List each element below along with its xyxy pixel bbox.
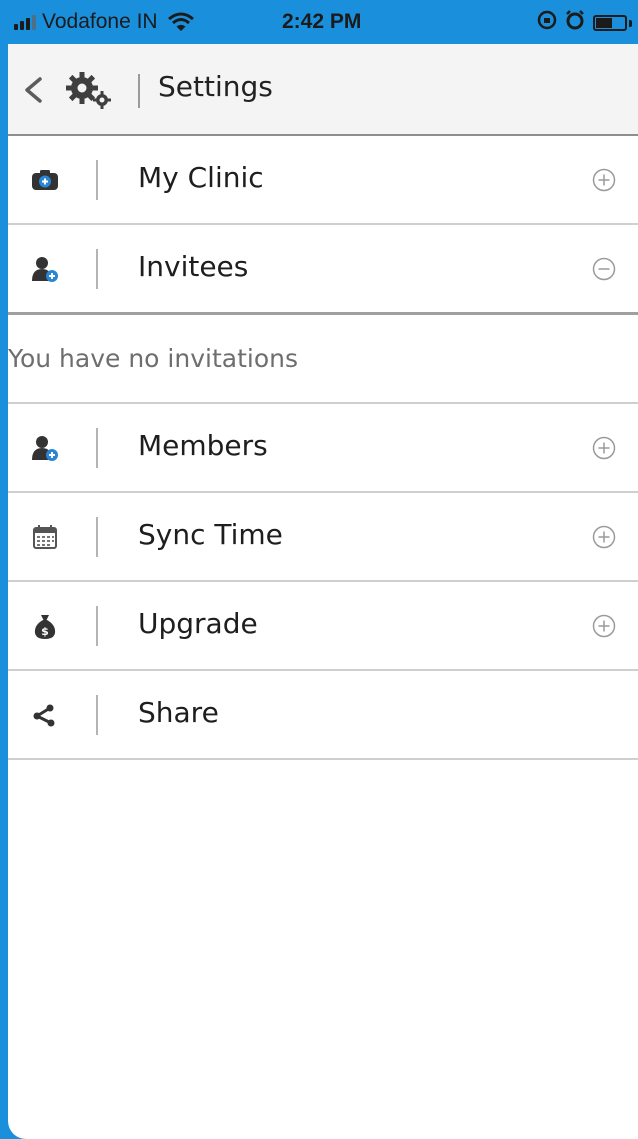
menu-row-sync-time[interactable]: Sync Time — [8, 493, 638, 582]
share-icon — [30, 701, 60, 729]
page-title: Settings — [158, 70, 273, 103]
gears-icon — [64, 70, 116, 114]
row-label-upgrade: Upgrade — [138, 607, 258, 640]
row-divider — [96, 695, 98, 735]
status-time: 2:42 PM — [282, 10, 362, 33]
row-label-sync-time: Sync Time — [138, 518, 283, 551]
expand-plus-icon[interactable] — [592, 525, 616, 549]
add-user-icon — [30, 434, 60, 462]
expand-plus-icon[interactable] — [592, 168, 616, 192]
menu-row-share[interactable]: Share — [8, 671, 638, 760]
row-label-members: Members — [138, 429, 268, 462]
row-divider — [96, 428, 98, 468]
menu-row-members[interactable]: Members — [8, 404, 638, 493]
collapse-minus-icon[interactable] — [592, 257, 616, 281]
clinic-camera-icon — [30, 166, 60, 194]
row-label-share: Share — [138, 696, 219, 729]
row-label-invitees: Invitees — [138, 250, 249, 283]
status-right — [537, 10, 632, 36]
menu-row-upgrade[interactable]: $ Upgrade — [8, 582, 638, 671]
expand-plus-icon[interactable] — [592, 436, 616, 460]
header-divider — [138, 74, 140, 108]
menu-row-invitees[interactable]: Invitees — [8, 225, 638, 315]
wifi-icon — [167, 12, 194, 32]
app-frame: Vodafone IN 2:42 PM Settings My Clinic I… — [0, 0, 638, 1139]
svg-text:$: $ — [41, 625, 49, 638]
row-divider — [96, 160, 98, 200]
status-left: Vodafone IN — [14, 10, 194, 34]
header-bar: Settings — [8, 44, 638, 136]
row-divider — [96, 606, 98, 646]
alarm-icon — [565, 10, 585, 36]
row-divider — [96, 517, 98, 557]
menu-row-my-clinic[interactable]: My Clinic — [8, 136, 638, 225]
status-bar: Vodafone IN 2:42 PM — [0, 0, 638, 44]
battery-icon — [593, 15, 627, 31]
money-bag-icon: $ — [30, 612, 60, 640]
signal-icon — [14, 14, 36, 30]
calendar-icon — [30, 523, 60, 551]
chevron-left-icon — [25, 77, 42, 103]
screen: Settings My Clinic Invitees You have no … — [8, 44, 638, 1139]
orientation-lock-icon — [537, 10, 557, 36]
row-divider — [96, 249, 98, 289]
add-user-icon — [30, 255, 60, 283]
row-label-my-clinic: My Clinic — [138, 161, 264, 194]
battery-tip — [629, 19, 632, 27]
carrier-name: Vodafone IN — [42, 10, 158, 33]
back-button[interactable] — [22, 76, 46, 104]
invitees-empty-message: You have no invitations — [8, 315, 638, 404]
expand-plus-icon[interactable] — [592, 614, 616, 638]
